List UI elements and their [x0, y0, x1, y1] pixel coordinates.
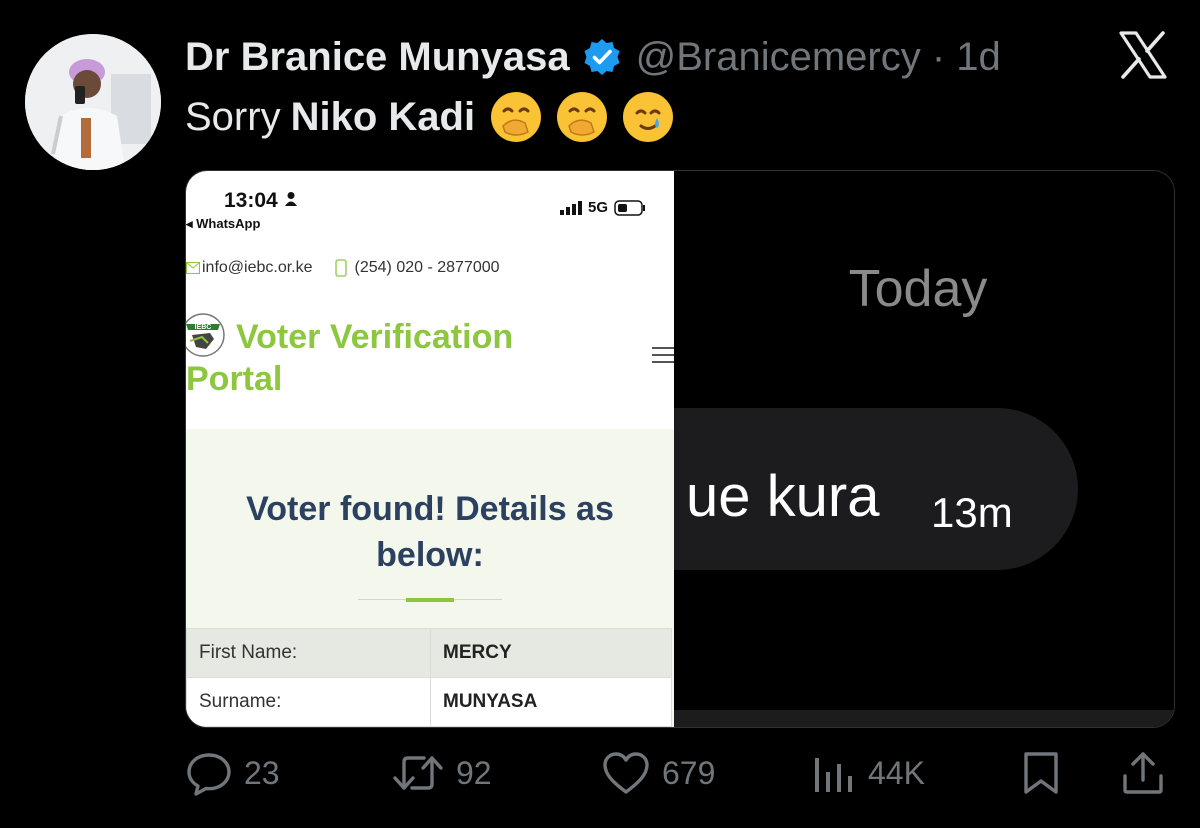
- views-button[interactable]: 44K: [812, 750, 925, 796]
- row-value: MUNYASA: [430, 677, 672, 727]
- hamburger-menu-icon[interactable]: [652, 345, 674, 365]
- repost-icon: [393, 756, 443, 790]
- author-avatar[interactable]: [25, 34, 161, 170]
- share-icon: [1123, 752, 1163, 794]
- bookmark-button[interactable]: [1020, 750, 1062, 796]
- heart-icon: [603, 752, 649, 794]
- mail-icon: [186, 262, 200, 274]
- like-button[interactable]: 679: [602, 750, 715, 796]
- portal-title-line1: Voter Verification: [236, 318, 514, 356]
- tweet-header: Dr Branice Munyasa @Branicemercy · 1d: [185, 32, 1001, 82]
- contact-email[interactable]: info@iebc.or.ke: [202, 259, 313, 277]
- hand-over-mouth-emoji-icon: [491, 92, 542, 142]
- table-row: Surname: MUNYASA: [186, 677, 672, 727]
- tweet-age: 1d: [956, 34, 1001, 79]
- day-divider: Today: [848, 260, 988, 318]
- verified-badge-icon: [582, 37, 622, 77]
- tweet-actions: 23 92 679 44K: [0, 750, 1200, 804]
- contact-phone[interactable]: (254) 020 - 2877000: [355, 259, 500, 277]
- avatar-photo: [25, 34, 161, 170]
- row-label: First Name:: [186, 628, 431, 678]
- views-chart-icon: [815, 758, 852, 792]
- repost-button[interactable]: 92: [392, 750, 492, 796]
- author-handle[interactable]: @Branicemercy · 1d: [636, 35, 1001, 80]
- like-count: 679: [662, 754, 716, 791]
- author-name[interactable]: Dr Branice Munyasa: [185, 35, 570, 80]
- reply-count: 23: [244, 754, 280, 791]
- contact-bar: info@iebc.or.ke (254) 020 - 2877000: [186, 259, 500, 277]
- divider-accent: [406, 598, 454, 602]
- tweet-text-bold: Niko Kadi: [290, 94, 476, 139]
- tweet-text-prefix: Sorry: [185, 94, 281, 139]
- views-count: 44K: [868, 754, 925, 791]
- iebc-logo-icon: IEBC: [186, 313, 225, 357]
- repost-count: 92: [456, 754, 492, 791]
- row-label: Surname:: [186, 677, 431, 727]
- share-button[interactable]: [1120, 750, 1166, 796]
- table-row: First Name: MERCY: [186, 628, 672, 678]
- x-logo-icon[interactable]: [1118, 30, 1168, 80]
- signal-icon: [559, 200, 582, 215]
- network-label: 5G: [587, 199, 608, 216]
- message-time: 13m: [931, 489, 1013, 536]
- reply-icon: [187, 753, 231, 796]
- person-icon: [284, 192, 297, 206]
- tweet-text: Sorry Niko Kadi: [185, 92, 674, 142]
- phone-icon: [334, 259, 347, 277]
- status-indicators: 5G: [559, 199, 646, 216]
- reply-button[interactable]: 23: [186, 750, 280, 796]
- back-to-app-label[interactable]: ◂ WhatsApp: [186, 216, 260, 232]
- portal-title-line2: Portal: [186, 360, 283, 398]
- status-time: 13:04: [224, 189, 298, 213]
- smiling-face-with-tear-emoji-icon: [623, 92, 674, 142]
- chat-footer-strip: [674, 710, 1174, 727]
- tweet-media[interactable]: 13:04 ◂ WhatsApp 5G info@iebc.or.ke (254…: [185, 170, 1175, 728]
- message-text: ue kura: [686, 464, 880, 529]
- bookmark-icon: [1024, 752, 1058, 794]
- voter-portal-screenshot: 13:04 ◂ WhatsApp 5G info@iebc.or.ke (254…: [186, 171, 674, 727]
- svg-text:IEBC: IEBC: [195, 324, 212, 331]
- battery-icon: [614, 199, 645, 216]
- voter-details-table: First Name: MERCY Surname: MUNYASA: [186, 628, 672, 727]
- portal-header: IEBC Voter Verification Portal: [186, 293, 674, 413]
- voter-found-heading: Voter found! Details as below:: [246, 490, 614, 574]
- hand-over-mouth-emoji-icon: [557, 92, 608, 142]
- chat-screenshot: Today ue kura 13m: [674, 171, 1174, 727]
- row-value: MERCY: [430, 628, 672, 678]
